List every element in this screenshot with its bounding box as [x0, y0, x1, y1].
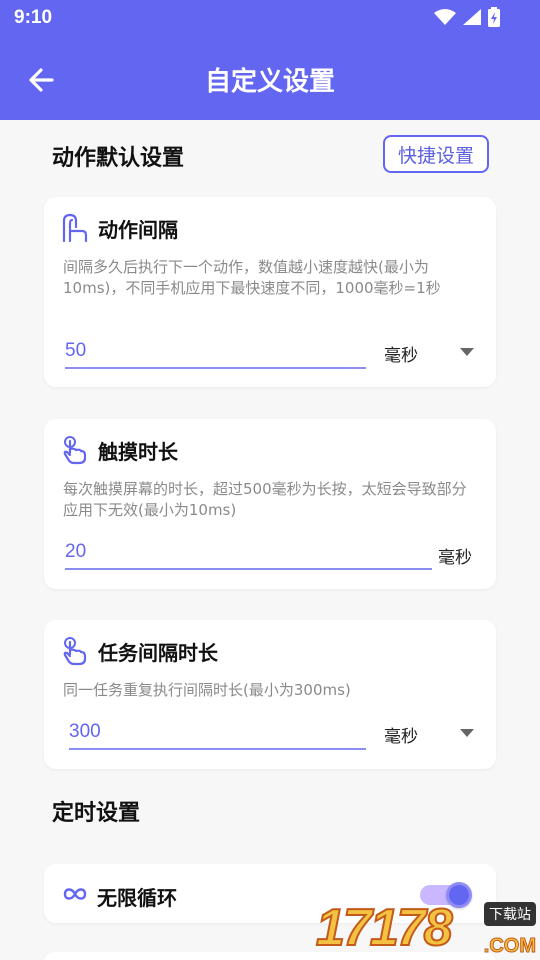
tap-hand-icon	[63, 436, 87, 465]
section-title-action: 动作默认设置	[52, 146, 185, 171]
dropdown-arrow-icon[interactable]	[460, 348, 474, 356]
card-title: 动作间隔	[98, 217, 178, 242]
tap-hand-icon	[63, 637, 87, 666]
task-interval-value: 300	[69, 721, 101, 742]
touch-duration-unit: 毫秒	[438, 548, 472, 568]
touch-duration-value: 20	[65, 541, 87, 562]
task-interval-input[interactable]: 300	[69, 716, 366, 750]
card-description: 间隔多久后执行下一个动作，数值越小速度越快(最小为10ms)，不同手机应用下最快…	[63, 258, 441, 297]
dropdown-arrow-icon[interactable]	[460, 729, 474, 737]
quick-settings-button[interactable]: 快捷设置	[383, 135, 489, 173]
watermark-suffix: .COM	[483, 935, 536, 958]
infinity-icon	[63, 888, 87, 900]
card-description: 每次触摸屏幕的时长，超过500毫秒为长按，太短会导致部分应用下无效(最小为10m…	[63, 480, 467, 519]
section-title-timer: 定时设置	[52, 801, 141, 826]
card-title: 任务间隔时长	[98, 640, 218, 665]
card-action-interval: 动作间隔 间隔多久后执行下一个动作，数值越小速度越快(最小为10ms)，不同手机…	[44, 197, 496, 387]
battery-charging-icon	[488, 7, 500, 27]
card-header: 触摸时长	[60, 435, 178, 465]
watermark-logo: 17178 下载站 .COM	[315, 898, 540, 960]
loop-label: 无限循环	[97, 886, 177, 910]
status-icons	[434, 7, 500, 27]
interval-unit-select[interactable]: 毫秒	[384, 341, 418, 366]
page-title: 自定义设置	[204, 67, 335, 97]
card-header: 动作间隔	[60, 213, 178, 243]
touch-gesture-icon	[62, 213, 88, 243]
card-description: 同一任务重复执行间隔时长(最小为300ms)	[63, 681, 351, 699]
interval-value: 50	[65, 340, 87, 361]
card-touch-duration: 触摸时长 每次触摸屏幕的时长，超过500毫秒为长按，太短会导致部分应用下无效(最…	[44, 419, 496, 589]
status-time: 9:10	[14, 7, 53, 28]
card-title: 触摸时长	[98, 439, 178, 464]
card-task-interval: 任务间隔时长 同一任务重复执行间隔时长(最小为300ms) 300 毫秒	[44, 620, 496, 769]
interval-input[interactable]: 50	[65, 335, 366, 369]
card-header: 任务间隔时长	[60, 636, 218, 666]
watermark-number: 17178	[315, 898, 454, 958]
signal-icon	[463, 9, 481, 25]
status-bar: 9:10	[0, 0, 540, 36]
task-interval-unit-select[interactable]: 毫秒	[384, 722, 418, 747]
app-bar: 自定义设置	[0, 36, 540, 120]
watermark-tag: 下载站	[484, 902, 536, 926]
touch-duration-input[interactable]: 20	[65, 536, 432, 570]
wifi-icon	[434, 9, 456, 25]
